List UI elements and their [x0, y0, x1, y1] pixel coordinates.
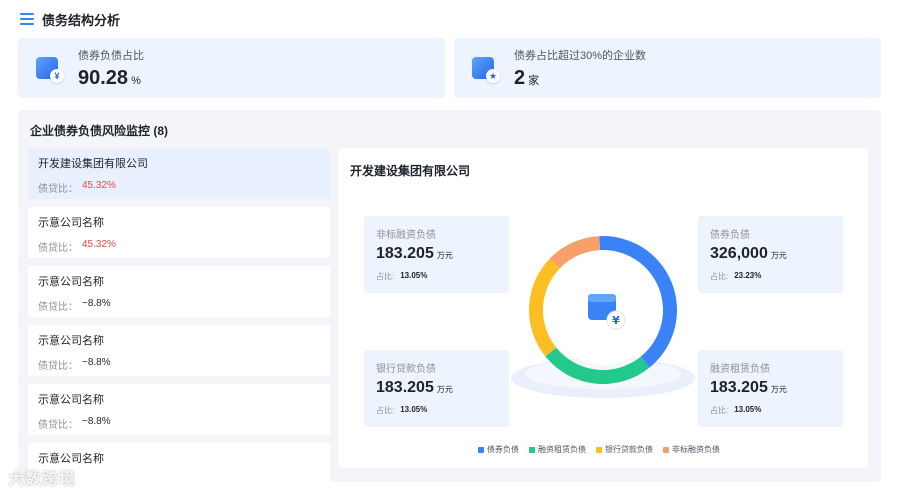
- share-label: 占比:: [710, 272, 729, 281]
- ratio-label: 债贷比：: [38, 302, 78, 313]
- company-name: 示意公司名称: [38, 276, 104, 288]
- company-list-item[interactable]: 示意公司名称 债贷比： −8.8%: [28, 266, 330, 317]
- donut-chart-area: ¥: [508, 208, 698, 408]
- share-value: 13.05%: [400, 271, 428, 280]
- metric-card-leasing: 融资租赁负债 183.205 万元 占比: 13.05%: [698, 350, 843, 427]
- share-value: 13.05%: [400, 405, 428, 414]
- company-name: 示意公司名称: [38, 335, 104, 347]
- ratio-value: −8.8%: [82, 357, 111, 368]
- monitor-title: 企业债券负债风险监控 (8): [30, 124, 169, 138]
- company-name: 示意公司名称: [38, 217, 104, 229]
- legend-item: 银行贷款负债: [596, 444, 653, 455]
- section-title: 债务结构分析: [42, 12, 121, 28]
- debt-loan-ratio: 债贷比： 45.32%: [38, 180, 320, 195]
- company-name: 开发建设集团有限公司: [38, 158, 148, 170]
- company-list-item[interactable]: 示意公司名称 债贷比： 45.32%: [28, 207, 330, 258]
- ratio-label: 债贷比：: [38, 361, 78, 372]
- metric-value: 183.205: [710, 379, 768, 396]
- company-list-item[interactable]: 示意公司名称 债贷比： −8.8%: [28, 384, 330, 435]
- stat-card-company-count: ★ 债券占比超过30%的企业数 2 家: [454, 38, 881, 98]
- legend-item: 融资租赁负债: [529, 444, 586, 455]
- legend-label: 债券负债: [487, 445, 519, 454]
- company-name: 示意公司名称: [38, 394, 104, 406]
- metric-unit: 万元: [436, 385, 453, 394]
- ratio-value: −8.8%: [82, 416, 111, 427]
- legend-label: 融资租赁负债: [538, 445, 586, 454]
- page: 债务结构分析 ¥ 债券负债占比 90.28 % ★ 债券占比超过30%的企业数 …: [0, 0, 900, 493]
- legend-label: 银行贷款负债: [605, 445, 653, 454]
- metric-label: 融资租赁负债: [710, 364, 770, 375]
- company-list-item[interactable]: 开发建设集团有限公司 债贷比： 45.32%: [28, 148, 330, 199]
- share-label: 占比:: [376, 272, 395, 281]
- metric-label: 债券负债: [710, 230, 750, 241]
- stat-value: 90.28: [78, 66, 129, 89]
- wallet-star-icon: ★: [472, 55, 500, 83]
- ratio-value: 45.32%: [82, 239, 116, 250]
- metric-card-bank-loan: 银行贷款负债 183.205 万元 占比: 13.05%: [364, 350, 509, 427]
- stat-value: 2: [514, 66, 526, 89]
- debt-loan-ratio: 债贷比： 45.32%: [38, 239, 320, 254]
- stat-unit: %: [131, 74, 141, 87]
- list-icon: [20, 13, 34, 25]
- metric-unit: 万元: [436, 251, 453, 260]
- share-value: 23.23%: [734, 271, 762, 280]
- debt-loan-ratio: 债贷比： −8.8%: [38, 357, 320, 372]
- legend-swatch: [478, 446, 484, 453]
- svg-text:¥: ¥: [612, 314, 620, 327]
- company-detail-panel: 开发建设集团有限公司 非标融资负债 183.205 万元 占比: 13.05% 债…: [338, 148, 868, 468]
- legend-label: 非标融资负债: [672, 445, 720, 454]
- donut-chart: ¥: [511, 236, 695, 398]
- watermark-text: 大数跨境: [8, 471, 77, 488]
- stat-label: 债券占比超过30%的企业数: [514, 49, 647, 62]
- legend-item: 债券负债: [478, 444, 519, 455]
- stat-card-bond-ratio: ¥ 债券负债占比 90.28 %: [18, 38, 445, 98]
- legend-swatch: [596, 446, 602, 453]
- debt-loan-ratio: 债贷比： −8.8%: [38, 416, 320, 431]
- metric-card-bond: 债券负债 326,000 万元 占比: 23.23%: [698, 216, 843, 293]
- share-label: 占比:: [376, 406, 395, 415]
- section-header: 债务结构分析: [20, 10, 120, 28]
- ratio-value: 45.32%: [82, 180, 116, 191]
- risk-monitor-panel: 企业债券负债风险监控 (8) 开发建设集团有限公司 债贷比： 45.32% 示意公司名…: [18, 110, 881, 493]
- metric-card-nonstandard: 非标融资负债 183.205 万元 占比: 13.05%: [364, 216, 509, 293]
- stat-unit: 家: [528, 74, 540, 87]
- ratio-label: 债贷比：: [38, 420, 78, 431]
- detail-title: 开发建设集团有限公司: [350, 164, 471, 178]
- company-name: 示意公司名称: [38, 453, 104, 465]
- debt-loan-ratio: 债贷比： −8.8%: [38, 298, 320, 313]
- ratio-label: 债贷比：: [38, 243, 78, 254]
- metric-value: 183.205: [376, 379, 434, 396]
- chart-legend: 债券负债 融资租赁负债 银行贷款负债 非标融资负债: [478, 444, 720, 455]
- stat-label: 债券负债占比: [78, 49, 144, 62]
- legend-swatch: [663, 446, 669, 453]
- company-list-item[interactable]: 示意公司名称 债贷比： −8.8%: [28, 325, 330, 376]
- legend-swatch: [529, 446, 535, 453]
- metric-value: 183.205: [376, 245, 434, 262]
- metric-label: 银行贷款负债: [376, 364, 436, 375]
- wallet-yuan-icon: ¥: [36, 55, 64, 83]
- company-list[interactable]: 开发建设集团有限公司 债贷比： 45.32% 示意公司名称 债贷比： 45.32% 示意公司…: [28, 148, 330, 493]
- share-value: 13.05%: [734, 405, 762, 414]
- legend-item: 非标融资负债: [663, 444, 720, 455]
- metric-value: 326,000: [710, 245, 768, 262]
- metric-unit: 万元: [770, 385, 787, 394]
- share-label: 占比:: [710, 406, 729, 415]
- metric-unit: 万元: [770, 251, 787, 260]
- ratio-label: 债贷比：: [38, 184, 78, 195]
- watermark-logo: 大数跨境: [8, 465, 76, 489]
- metric-label: 非标融资负债: [376, 230, 436, 241]
- ratio-value: −8.8%: [82, 298, 111, 309]
